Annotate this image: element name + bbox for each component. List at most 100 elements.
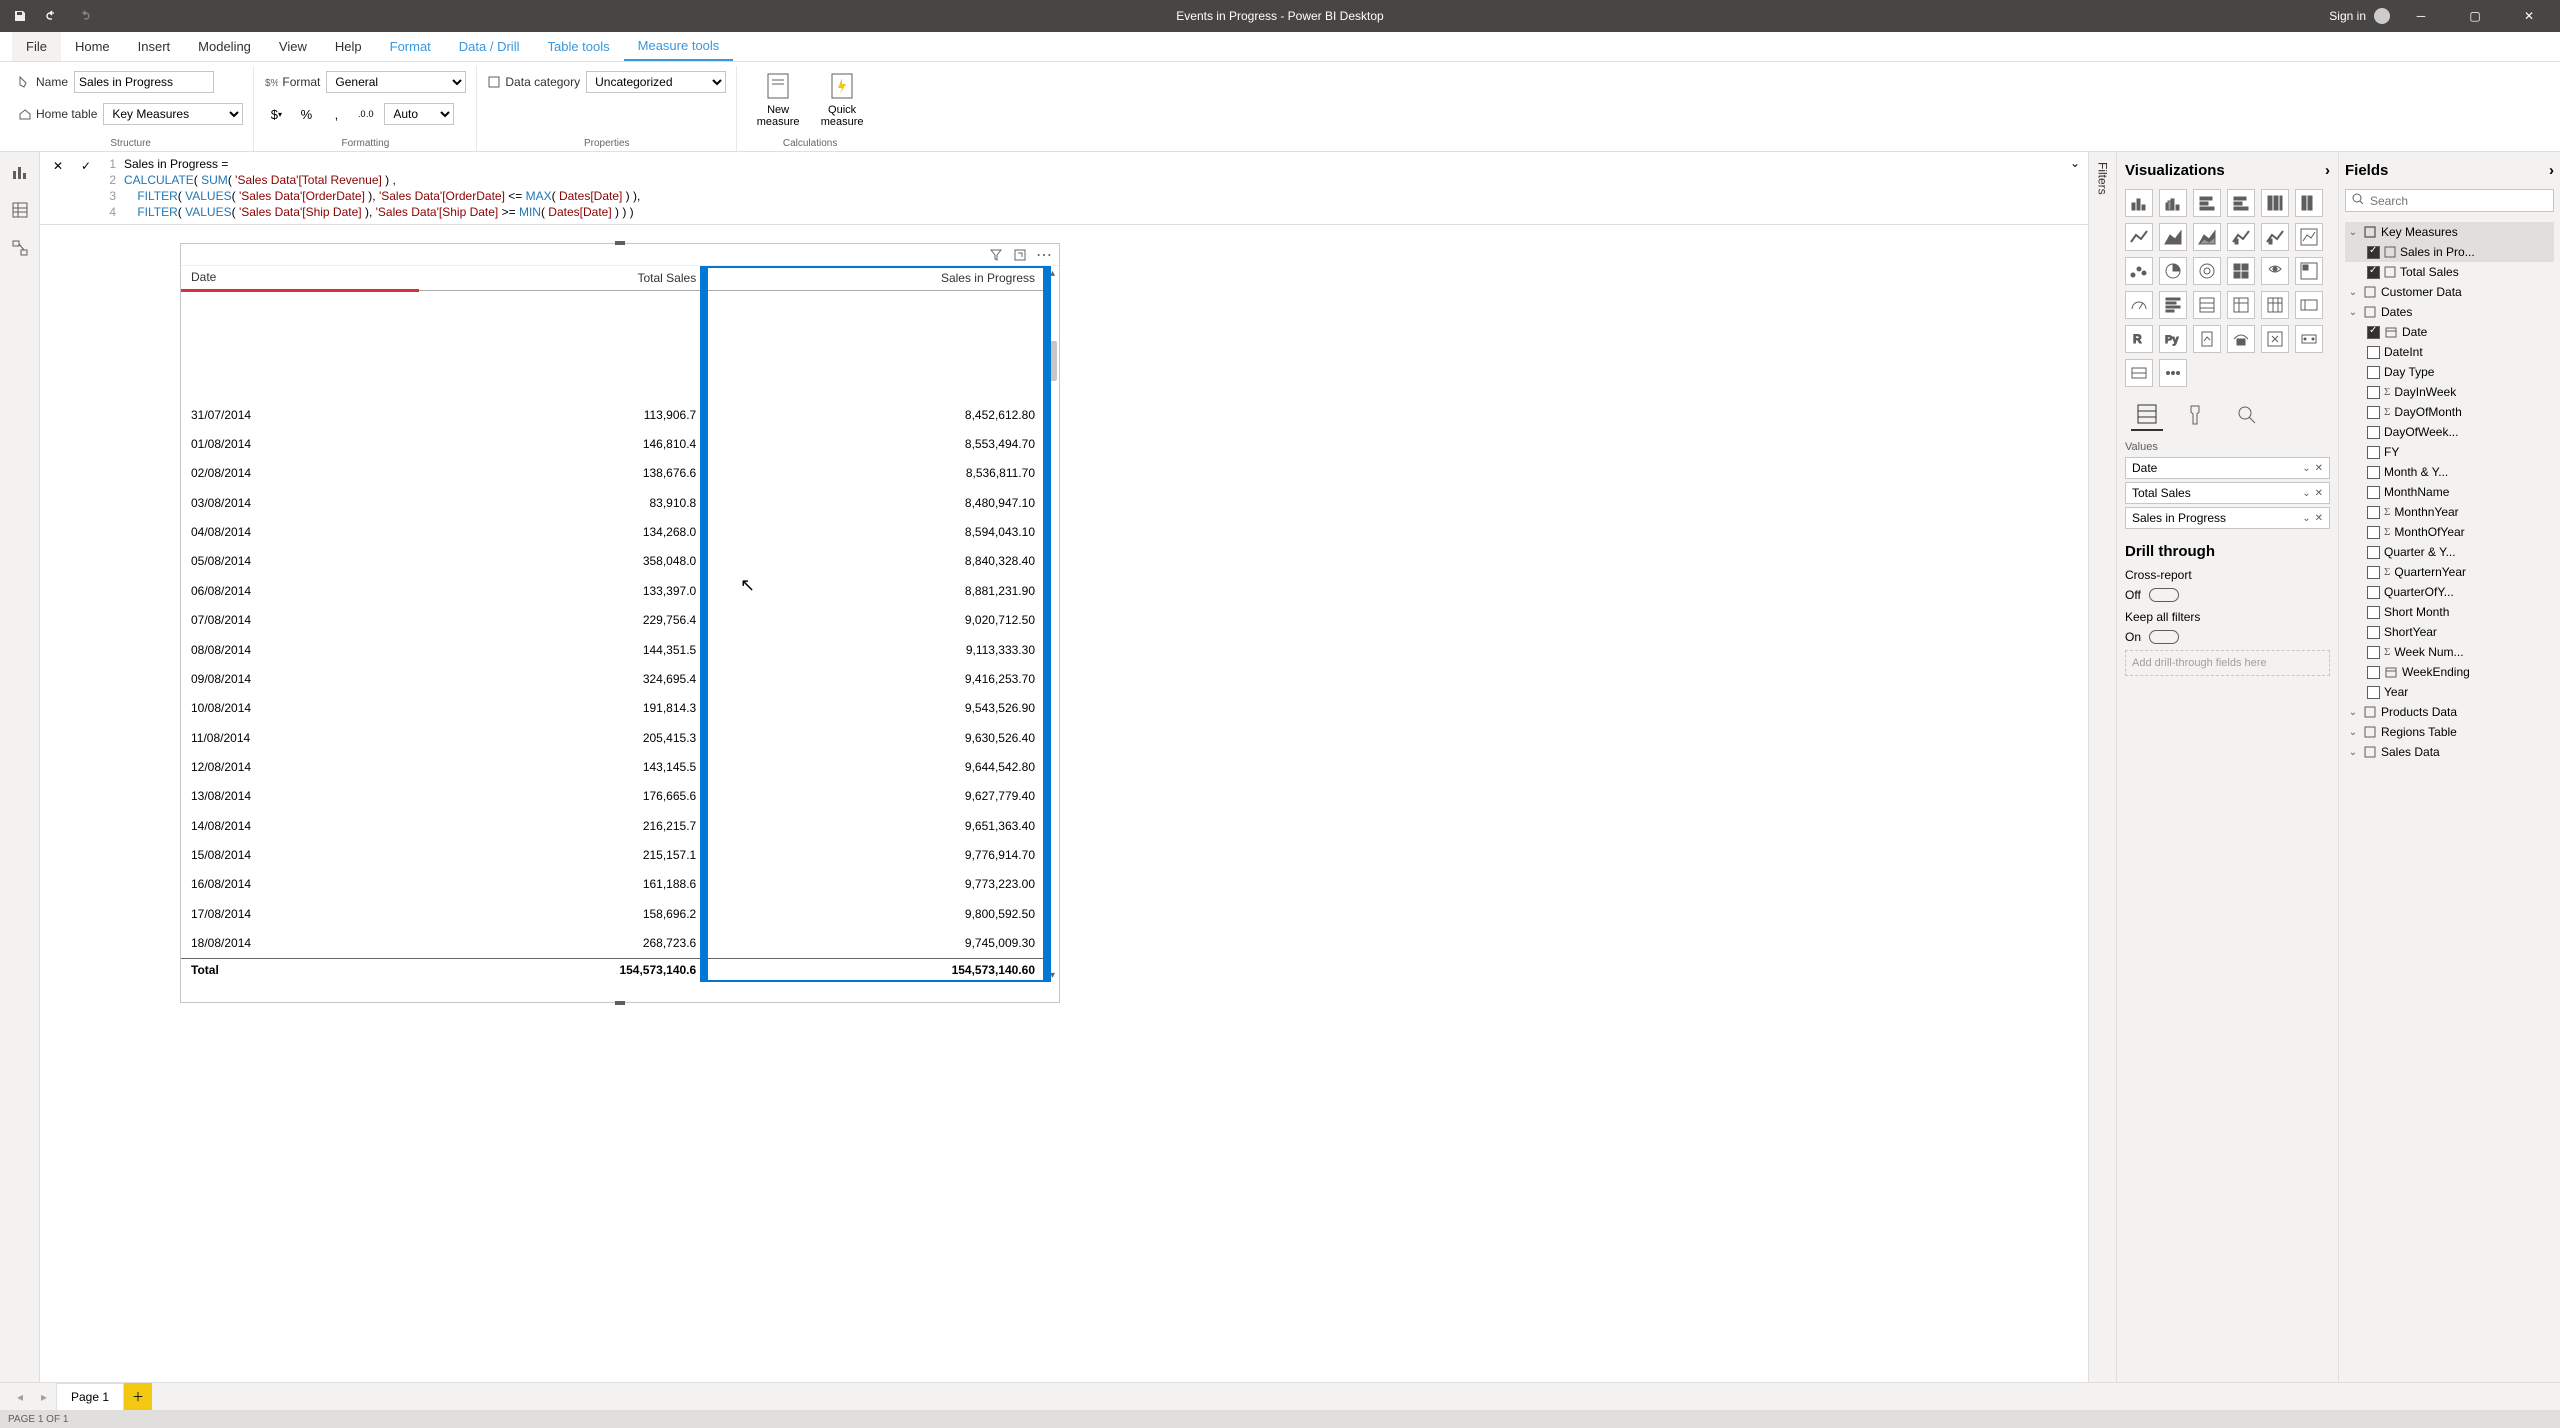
decimal-places-select[interactable]: Auto [384,103,454,125]
checkbox-icon[interactable] [2367,246,2380,259]
checkbox-icon[interactable] [2367,366,2380,379]
tab-modeling[interactable]: Modeling [184,32,265,61]
viz-type-icon[interactable] [2125,223,2153,251]
table-row[interactable]: 06/08/2014133,397.08,881,231.90 [181,576,1045,605]
chevron-down-icon[interactable]: ⌄ [2302,513,2310,524]
formula-expand-button[interactable]: ⌄ [2070,156,2080,170]
field-year[interactable]: Year [2345,682,2554,702]
visual-focus-icon[interactable] [1013,248,1027,262]
viz-type-icon[interactable]: R [2125,325,2153,353]
table-row[interactable]: 03/08/201483,910.88,480,947.10 [181,488,1045,517]
thousands-button[interactable]: , [324,102,348,126]
field-day-type[interactable]: Day Type [2345,362,2554,382]
tab-view[interactable]: View [265,32,321,61]
viz-type-icon[interactable] [2261,325,2289,353]
viz-type-icon[interactable] [2295,325,2323,353]
scroll-down-button[interactable]: ▾ [1046,968,1059,982]
field-quarternyear[interactable]: ΣQuarternYear [2345,562,2554,582]
table-row[interactable]: 07/08/2014229,756.49,020,712.50 [181,606,1045,635]
field-week-num-[interactable]: ΣWeek Num... [2345,642,2554,662]
home-table-select[interactable]: Key Measures [103,103,243,125]
viz-type-icon[interactable] [2193,189,2221,217]
viz-type-icon[interactable] [2159,359,2187,387]
viz-type-icon[interactable] [2159,291,2187,319]
table-row[interactable]: 12/08/2014143,145.59,644,542.80 [181,752,1045,781]
field-shortyear[interactable]: ShortYear [2345,622,2554,642]
viz-type-icon[interactable] [2193,257,2221,285]
model-view-button[interactable] [8,236,32,260]
col-header-sales-in-progress[interactable]: Sales in Progress [706,266,1045,290]
quick-measure-button[interactable]: Quick measure [811,66,873,132]
remove-field-icon[interactable]: ✕ [2315,513,2323,524]
table-row[interactable]: 17/08/2014158,696.29,800,592.50 [181,899,1045,928]
table-customer-data[interactable]: ⌄Customer Data [2345,282,2554,302]
chevron-down-icon[interactable]: ⌄ [2302,488,2310,499]
report-view-button[interactable] [8,160,32,184]
checkbox-icon[interactable] [2367,646,2380,659]
report-canvas[interactable]: ⋯ Date Total Sales Sales in Progress 31/… [40,225,2088,1382]
table-row[interactable]: 08/08/2014144,351.59,113,333.30 [181,635,1045,664]
table-row[interactable]: 18/08/2014268,723.69,745,009.30 [181,928,1045,958]
checkbox-icon[interactable] [2367,446,2380,459]
viz-type-icon[interactable] [2261,223,2289,251]
formula-cancel-button[interactable]: ✕ [48,156,68,176]
viz-type-icon[interactable] [2227,291,2255,319]
table-row[interactable]: 04/08/2014134,268.08,594,043.10 [181,517,1045,546]
fields-search[interactable] [2345,189,2554,212]
viz-type-icon[interactable] [2295,189,2323,217]
field-total-sales[interactable]: Total Sales [2345,262,2554,282]
pane-collapse-icon[interactable]: › [2325,162,2330,179]
avatar-icon[interactable] [2374,8,2390,24]
tab-data-drill[interactable]: Data / Drill [445,32,534,61]
viz-type-icon[interactable] [2295,257,2323,285]
table-regions-table[interactable]: ⌄Regions Table [2345,722,2554,742]
currency-button[interactable]: $▾ [264,102,288,126]
table-scrollbar[interactable]: ▴ ▾ [1045,266,1059,982]
field-monthnyear[interactable]: ΣMonthnYear [2345,502,2554,522]
checkbox-icon[interactable] [2367,546,2380,559]
name-input[interactable] [74,71,214,93]
resize-handle-top[interactable] [615,241,625,245]
table-row[interactable]: 13/08/2014176,665.69,627,779.40 [181,782,1045,811]
tab-home[interactable]: Home [61,32,124,61]
field-dayofweek-[interactable]: DayOfWeek... [2345,422,2554,442]
table-visual[interactable]: ⋯ Date Total Sales Sales in Progress 31/… [180,243,1060,1003]
page-tab-1[interactable]: Page 1 [56,1383,124,1410]
filters-pane-collapsed[interactable]: Filters [2088,152,2116,1382]
field-sales-in-progress[interactable]: Sales in Pro... [2345,242,2554,262]
remove-field-icon[interactable]: ✕ [2315,463,2323,474]
drill-through-dropzone[interactable]: Add drill-through fields here [2125,650,2330,676]
checkbox-icon[interactable] [2367,666,2380,679]
field-dayofmonth[interactable]: ΣDayOfMonth [2345,402,2554,422]
chevron-down-icon[interactable]: ⌄ [2302,463,2310,474]
checkbox-icon[interactable] [2367,426,2380,439]
viz-type-icon[interactable] [2193,223,2221,251]
viz-type-icon[interactable] [2227,189,2255,217]
viz-type-icon[interactable] [2193,325,2221,353]
table-row[interactable]: 09/08/2014324,695.49,416,253.70 [181,664,1045,693]
table-row[interactable]: 15/08/2014215,157.19,776,914.70 [181,840,1045,869]
data-table[interactable]: Date Total Sales Sales in Progress 31/07… [181,266,1045,982]
field-short-month[interactable]: Short Month [2345,602,2554,622]
undo-icon[interactable] [44,8,60,24]
fields-search-input[interactable] [2370,194,2547,208]
checkbox-icon[interactable] [2367,606,2380,619]
well-value-total-sales[interactable]: Total Sales⌄✕ [2125,482,2330,504]
checkbox-icon[interactable] [2367,686,2380,699]
add-page-button[interactable]: ＋ [124,1383,152,1410]
tab-insert[interactable]: Insert [124,32,185,61]
viz-type-icon[interactable] [2159,223,2187,251]
field-dayinweek[interactable]: ΣDayInWeek [2345,382,2554,402]
col-header-total-sales[interactable]: Total Sales [419,266,706,290]
field-monthname[interactable]: MonthName [2345,482,2554,502]
new-measure-button[interactable]: New measure [747,66,809,132]
analytics-tab-button[interactable] [2231,399,2263,431]
checkbox-icon[interactable] [2367,506,2380,519]
field-date[interactable]: ⌄Date [2345,322,2554,342]
viz-type-icon[interactable] [2227,257,2255,285]
formula-bar[interactable]: ✕ ✓ 1Sales in Progress = 2CALCULATE( SUM… [40,152,2088,225]
tab-table-tools[interactable]: Table tools [533,32,623,61]
percent-button[interactable]: % [294,102,318,126]
checkbox-icon[interactable] [2367,406,2380,419]
signin-link[interactable]: Sign in [2329,9,2366,23]
